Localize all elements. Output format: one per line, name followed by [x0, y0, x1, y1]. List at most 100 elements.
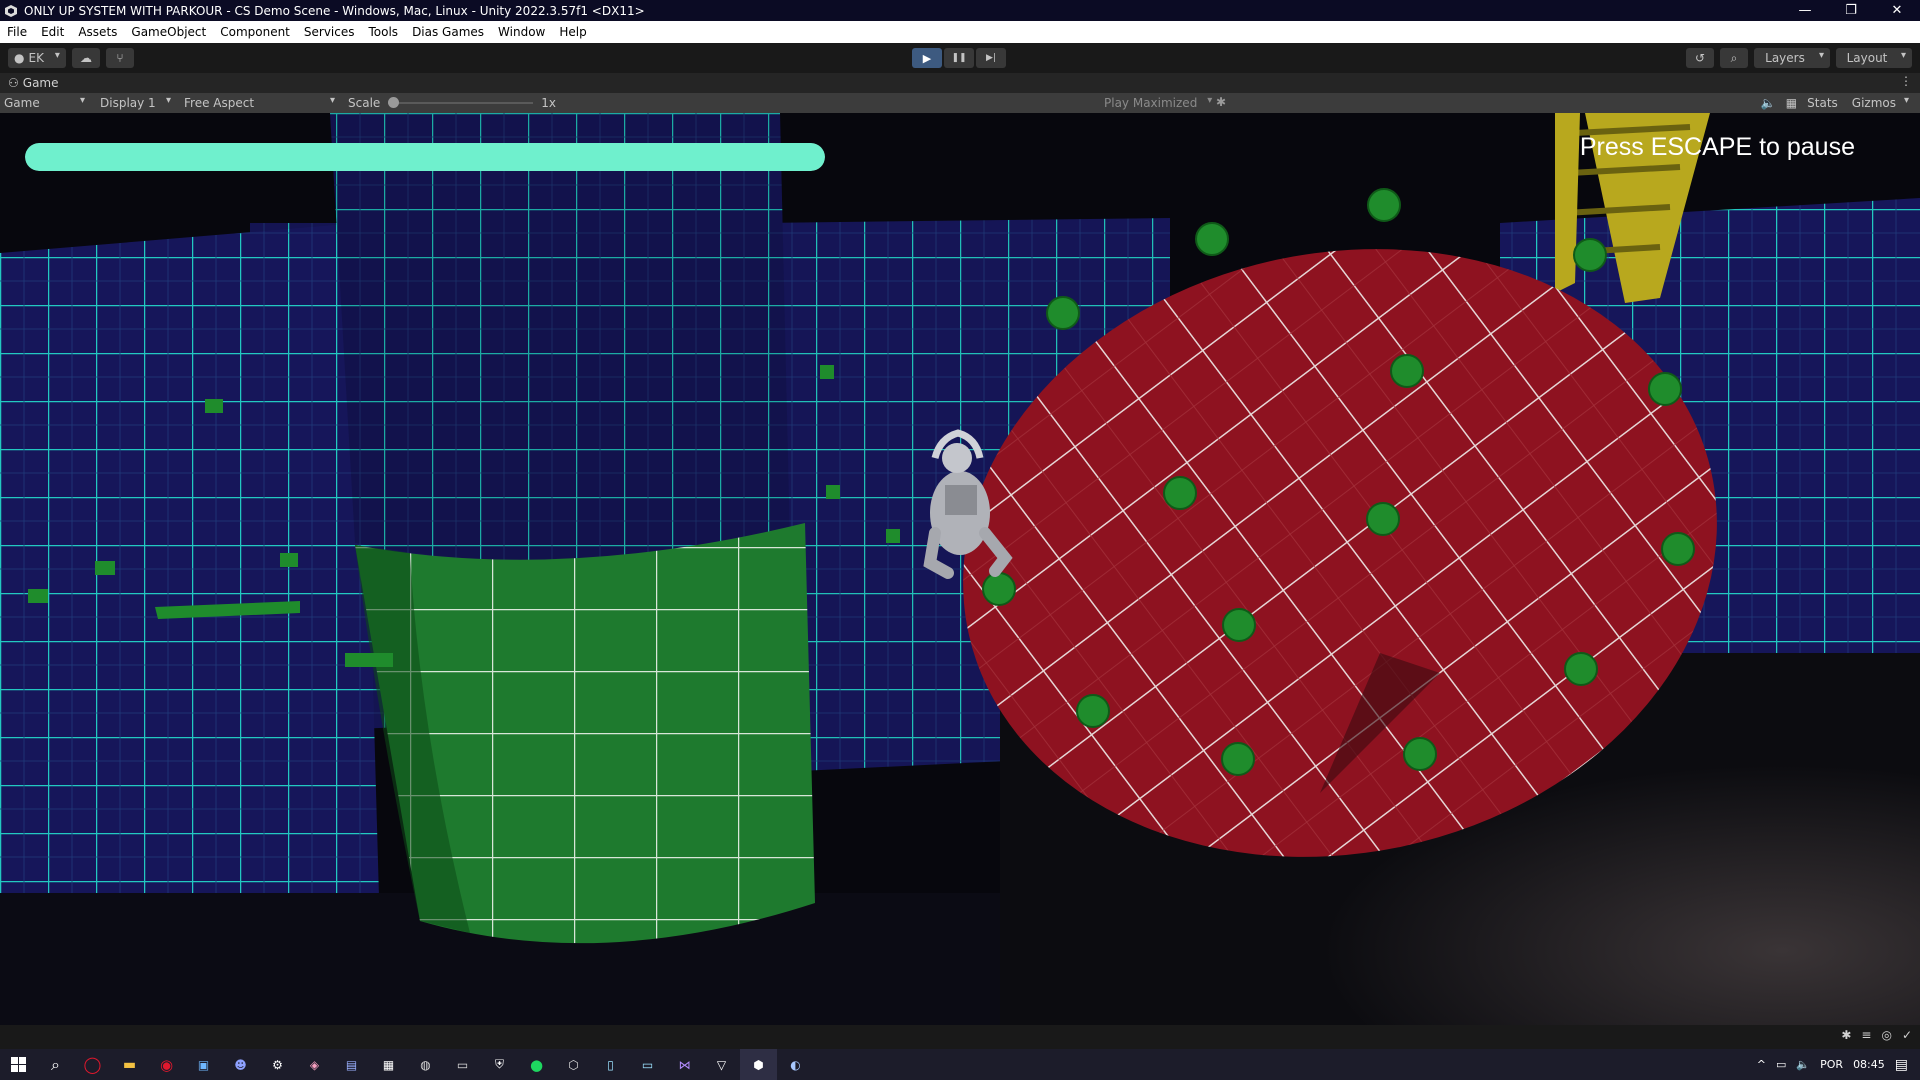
app-icon-4[interactable]: ◐ — [777, 1049, 814, 1080]
network-icon[interactable]: ◎ — [1881, 1028, 1891, 1042]
play-button[interactable]: ▶ — [912, 48, 942, 68]
step-icon: ▶| — [986, 53, 996, 63]
file-explorer-icon[interactable]: ▬ — [111, 1049, 148, 1080]
menu-dias-games[interactable]: Dias Games — [405, 21, 491, 43]
aspect-dropdown[interactable]: Free Aspect — [180, 93, 340, 113]
history-icon: ↺ — [1694, 51, 1706, 65]
system-tray: ^ ▭ 🔈 POR 08:45 ▤ — [1757, 1049, 1920, 1080]
app-icon-1[interactable]: ▣ — [185, 1049, 222, 1080]
layout-label: Layout — [1846, 51, 1888, 65]
app-icon-2[interactable]: ◈ — [296, 1049, 333, 1080]
gizmos-label: Gizmos — [1851, 96, 1896, 110]
health-bar-fill — [25, 143, 825, 171]
pause-hint: Press ESCAPE to pause — [1579, 133, 1855, 161]
app-icon-3[interactable]: ▤ — [333, 1049, 370, 1080]
tab-game[interactable]: ⚇ Game — [0, 73, 67, 93]
record-icon[interactable]: ◉ — [148, 1049, 185, 1080]
account-dropdown[interactable]: ● EK — [8, 48, 66, 68]
layout-dropdown[interactable]: Layout — [1836, 48, 1912, 68]
visual-studio-icon[interactable]: ⋈ — [666, 1049, 703, 1080]
view-mode-label: Game — [4, 96, 40, 110]
menu-window[interactable]: Window — [491, 21, 552, 43]
search-icon[interactable]: ⌕ — [37, 1049, 74, 1080]
menu-help[interactable]: Help — [552, 21, 593, 43]
scale-slider-knob[interactable] — [388, 97, 400, 108]
discord-icon[interactable]: ☻ — [222, 1049, 259, 1080]
menu-bar: File Edit Assets GameObject Component Se… — [0, 21, 1920, 43]
aspect-label: Free Aspect — [184, 96, 255, 110]
status-icons: ✱ ≡ ◎ ✓ — [1841, 1028, 1912, 1042]
bug-icon[interactable]: ✱ — [1216, 95, 1226, 109]
play-mode-dropdown[interactable]: Play Maximized — [1100, 93, 1217, 113]
steam-icon[interactable]: ◍ — [407, 1049, 444, 1080]
minimize-button[interactable]: — — [1782, 0, 1828, 21]
game-viewport[interactable]: Press ESCAPE to pause — [0, 113, 1920, 1025]
status-bar: ✱ ≡ ◎ ✓ — [0, 1025, 1920, 1049]
windows-taskbar: ⌕ ◯ ▬ ◉ ▣ ☻ ⚙ ◈ ▤ ▦ ◍ ▭ ⛨ ● ⬡ ▯ ▭ ⋈ ▽ ⬢ … — [0, 1049, 1920, 1080]
search-button[interactable]: ⌕ — [1720, 48, 1748, 68]
debug-icon[interactable]: ✱ — [1841, 1028, 1851, 1042]
store-icon[interactable]: ▦ — [370, 1049, 407, 1080]
cloud-icon: ☁ — [79, 51, 92, 65]
stats-button[interactable]: Stats — [1807, 96, 1838, 110]
unity-logo-icon — [4, 4, 18, 18]
menu-file[interactable]: File — [0, 21, 34, 43]
title-bar: ONLY UP SYSTEM WITH PARKOUR - CS Demo Sc… — [0, 0, 1920, 21]
menu-tools[interactable]: Tools — [362, 21, 406, 43]
scale-control: Scale 1x — [348, 96, 556, 110]
notes-icon[interactable]: ▯ — [592, 1049, 629, 1080]
layers-dropdown[interactable]: Layers — [1754, 48, 1830, 68]
step-button[interactable]: ▶| — [976, 48, 1006, 68]
view-mode-dropdown[interactable]: Game — [0, 93, 90, 113]
notifications-icon[interactable]: ▤ — [1895, 1057, 1908, 1073]
pause-button[interactable]: ❚❚ — [944, 48, 974, 68]
menu-gameobject[interactable]: GameObject — [124, 21, 213, 43]
search-icon: ⌕ — [1730, 50, 1738, 65]
layers-label: Layers — [1765, 51, 1805, 65]
cloud-button[interactable]: ☁ — [71, 48, 100, 68]
scale-slider[interactable] — [388, 97, 534, 108]
close-button[interactable]: ✕ — [1874, 0, 1920, 21]
volume-icon[interactable]: 🔈 — [1796, 1058, 1810, 1071]
shield-icon[interactable]: ⛨ — [481, 1049, 518, 1080]
window-title: ONLY UP SYSTEM WITH PARKOUR - CS Demo Sc… — [24, 3, 645, 18]
network-tray-icon[interactable]: ▭ — [1776, 1058, 1786, 1071]
gitkraken-icon[interactable]: ▽ — [703, 1049, 740, 1080]
play-mode-label: Play Maximized — [1104, 96, 1198, 110]
game-view-right-tools: 🔈 ▦ Stats Gizmos — [1761, 93, 1914, 113]
menu-component[interactable]: Component — [213, 21, 297, 43]
tab-row: ⚇ Game ⋮ — [0, 73, 1920, 93]
play-icon: ▶ — [922, 51, 932, 65]
stack-icon[interactable]: ≡ — [1861, 1028, 1871, 1042]
audio-icon[interactable]: 🔈 — [1761, 96, 1776, 110]
unity-hub-icon[interactable]: ⬡ — [555, 1049, 592, 1080]
display-dropdown[interactable]: Display 1 — [96, 93, 176, 113]
account-icon: ● — [14, 51, 25, 65]
toolbar-right: ↺ ⌕ Layers Layout — [1686, 48, 1912, 68]
keyboard-icon[interactable]: ▭ — [629, 1049, 666, 1080]
account-label: EK — [28, 51, 44, 65]
gizmos-dropdown[interactable]: Gizmos — [1848, 93, 1914, 113]
windows-start-icon[interactable] — [0, 1049, 37, 1080]
unity-editor-icon[interactable]: ⬢ — [740, 1049, 777, 1080]
grid-icon[interactable]: ▦ — [1786, 96, 1797, 110]
chevron-up-icon[interactable]: ^ — [1757, 1058, 1766, 1071]
pause-icon: ❚❚ — [951, 53, 967, 63]
monitor-icon[interactable]: ▭ — [444, 1049, 481, 1080]
menu-assets[interactable]: Assets — [71, 21, 124, 43]
restore-button[interactable]: ❐ — [1828, 0, 1874, 21]
scene-render — [0, 113, 1920, 1025]
undo-history-button[interactable]: ↺ — [1686, 48, 1714, 68]
collab-button[interactable]: ⑂ — [105, 48, 134, 68]
kebab-menu-icon[interactable]: ⋮ — [1900, 74, 1912, 88]
spotify-icon[interactable]: ● — [518, 1049, 555, 1080]
opera-icon[interactable]: ◯ — [74, 1049, 111, 1080]
clock[interactable]: 08:45 — [1853, 1058, 1885, 1071]
check-icon[interactable]: ✓ — [1902, 1028, 1912, 1042]
display-label: Display 1 — [100, 96, 156, 110]
tab-game-label: Game — [22, 76, 59, 90]
settings-icon[interactable]: ⚙ — [259, 1049, 296, 1080]
menu-services[interactable]: Services — [297, 21, 362, 43]
language-indicator[interactable]: POR — [1820, 1058, 1843, 1071]
menu-edit[interactable]: Edit — [34, 21, 71, 43]
